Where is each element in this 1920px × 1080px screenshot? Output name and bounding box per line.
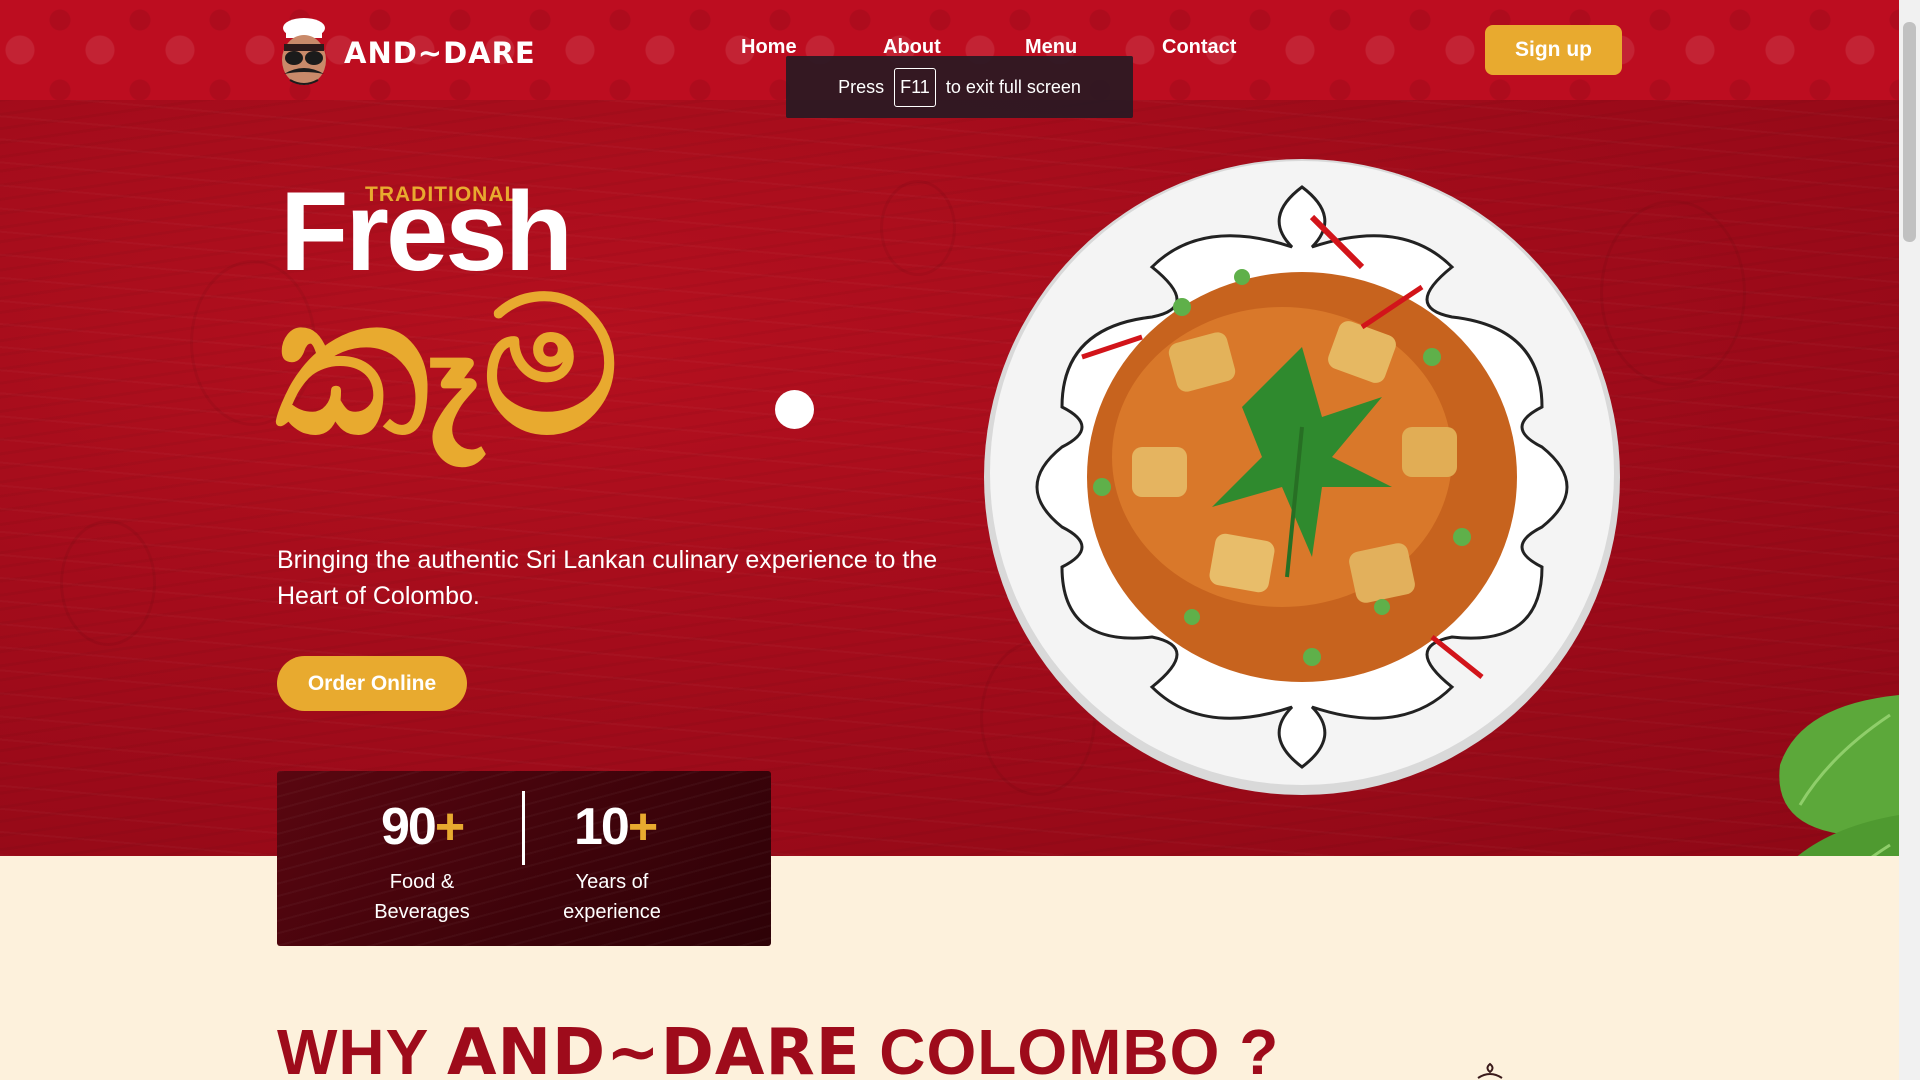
decorative-dot [775, 390, 814, 429]
decorative-swirl [60, 520, 156, 646]
why-brand: AND~DARE [446, 1016, 861, 1080]
toast-text-after: to exit full screen [945, 76, 1081, 97]
hero-section: AND~DARE Home About Menu Contact Sign up… [0, 0, 1899, 856]
why-prefix: WHY [277, 1016, 429, 1080]
stat-divider [522, 791, 525, 865]
why-section-heading: WHY AND~DARE COLOMBO ? [277, 1020, 1279, 1080]
stat-number-years: 10+ [574, 797, 658, 857]
stat-label-line: Beverages [374, 901, 470, 923]
stat-value: 90 [381, 798, 437, 856]
stat-label-line: experience [563, 901, 661, 923]
fullscreen-exit-toast: Press F11 to exit full screen [786, 56, 1133, 118]
hero-sinhala-word: කෑම [275, 256, 619, 477]
nav-contact[interactable]: Contact [1162, 36, 1236, 59]
svg-text:කෑම: කෑම [275, 256, 619, 477]
signup-button[interactable]: Sign up [1485, 25, 1622, 75]
brand-name: AND~DARE [344, 36, 536, 70]
page-scrollbar[interactable] [1899, 0, 1920, 1080]
stats-card: 90+ Food & Beverages 10+ Years of experi… [277, 771, 771, 946]
dish-plate-image [984, 159, 1620, 795]
stat-number-food: 90+ [381, 797, 465, 857]
decorative-swirl [880, 180, 956, 276]
flower-icon [1477, 1062, 1503, 1079]
stat-label-years: Years of experience [547, 867, 677, 927]
toast-key: F11 [894, 67, 936, 107]
order-online-button[interactable]: Order Online [277, 656, 467, 711]
stat-label-food: Food & Beverages [367, 867, 477, 927]
brand-logo[interactable]: AND~DARE [276, 14, 535, 88]
scrollbar-thumb[interactable] [1903, 22, 1916, 242]
stat-label-line: Food & [389, 871, 455, 893]
stat-suffix: + [627, 798, 658, 856]
stat-value: 10 [574, 798, 630, 856]
hero-tagline: Bringing the authentic Sri Lankan culina… [277, 546, 938, 610]
why-suffix: COLOMBO ? [879, 1016, 1280, 1080]
stat-suffix: + [434, 798, 465, 856]
chef-logo-icon [282, 18, 326, 85]
toast-text-before: Press [838, 76, 885, 97]
mint-leaf-image [1779, 695, 1899, 856]
stat-label-line: Years of [575, 871, 649, 893]
